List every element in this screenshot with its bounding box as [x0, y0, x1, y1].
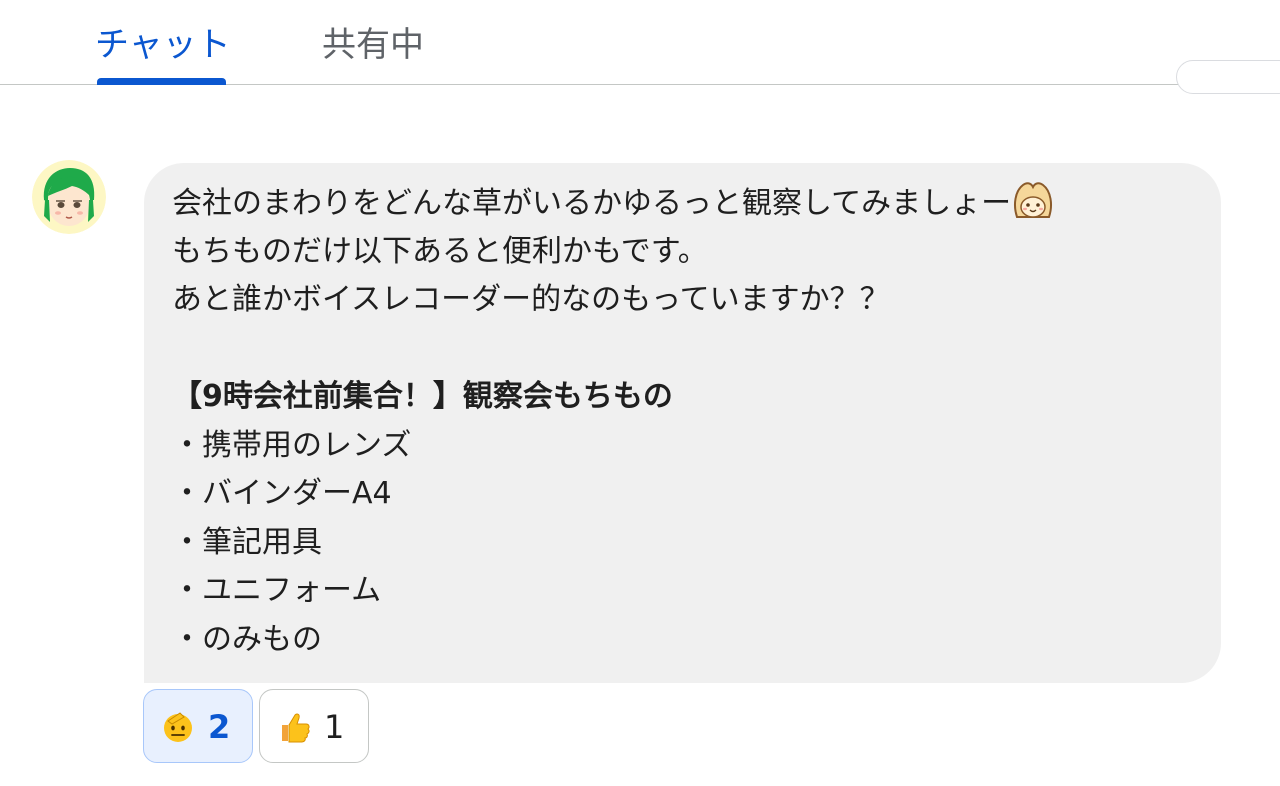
avatar[interactable] [32, 160, 106, 234]
cute-face-emoji [1011, 179, 1055, 223]
list-item: ・バインダーA4 [172, 476, 392, 511]
tab-chat[interactable]: チャット [95, 22, 231, 68]
tab-shared[interactable]: 共有中 [322, 22, 424, 68]
reaction-count: 1 [324, 708, 345, 746]
reaction-saluting-face[interactable]: 2 [143, 689, 253, 763]
reaction-count: 2 [208, 708, 231, 746]
active-tab-indicator [97, 78, 226, 85]
list-item: ・のみもの [172, 621, 322, 657]
reaction-thumbs-up[interactable]: 1 [259, 689, 369, 763]
message-line: 会社のまわりをどんな草がいるかゆるっと観察してみましょー [172, 179, 1201, 228]
list-item: ・筆記用具 [172, 524, 322, 560]
message-line [172, 325, 1201, 374]
list-item: ・ユニフォーム [172, 573, 382, 608]
tab-bar: チャット 共有中 [0, 0, 1280, 85]
list-item: ・携帯用のレンズ [172, 427, 412, 463]
jump-to-bottom-chip[interactable] [1176, 60, 1280, 94]
saluting-face-icon [160, 709, 196, 745]
message-heading: 【9時会社前集合！】観察会もちもの [172, 379, 673, 414]
thumbs-up-icon [276, 709, 312, 745]
message-line: もちものだけ以下あると便利かもです。 [172, 233, 708, 269]
message-bubble: 会社のまわりをどんな草がいるかゆるっと観察してみましょー もちものだけ以下あると… [144, 163, 1221, 683]
message-line: あと誰かボイスレコーダー的なのもっていますか？？ [172, 282, 890, 317]
